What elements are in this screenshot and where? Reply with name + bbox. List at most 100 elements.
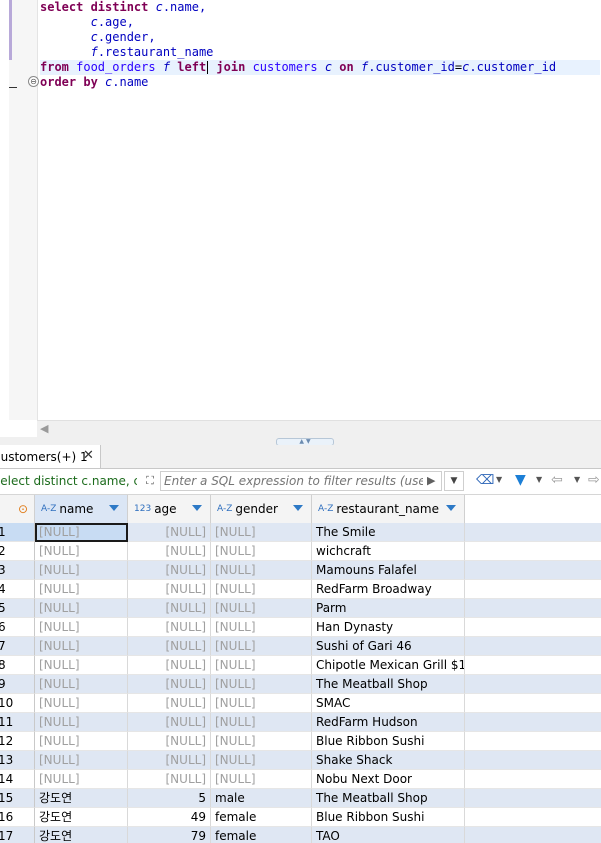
row-number[interactable]: 12	[0, 732, 35, 751]
cell-gender[interactable]: [NULL]	[211, 618, 312, 637]
row-number[interactable]: 4	[0, 580, 35, 599]
forward-arrow-icon[interactable]: ⇨	[588, 472, 600, 488]
cell-restaurant-name[interactable]: SMAC	[312, 694, 465, 713]
eraser-icon[interactable]: ⌫	[476, 473, 494, 488]
row-number[interactable]: 16	[0, 808, 35, 827]
cell-restaurant-name[interactable]: Chipotle Mexican Grill $1.99	[312, 656, 465, 675]
table-row[interactable]: 6[NULL][NULL][NULL]Han Dynasty	[0, 618, 601, 637]
cell-restaurant-name[interactable]: wichcraft	[312, 542, 465, 561]
cell-name[interactable]: [NULL]	[35, 618, 128, 637]
cell-name[interactable]: [NULL]	[35, 675, 128, 694]
code-line[interactable]: c.age,	[40, 15, 600, 30]
cell-gender[interactable]: female	[211, 827, 312, 843]
sql-editor[interactable]: ⊖ select distinct c.name, c.age, c.gende…	[0, 0, 601, 440]
row-number[interactable]: 6	[0, 618, 35, 637]
row-number[interactable]: 15	[0, 789, 35, 808]
table-row[interactable]: 11[NULL][NULL][NULL]RedFarm Hudson	[0, 713, 601, 732]
cell-name[interactable]: [NULL]	[35, 713, 128, 732]
code-line[interactable]: from food_orders f left join customers c…	[40, 60, 600, 75]
row-number[interactable]: 2	[0, 542, 35, 561]
cell-name[interactable]: [NULL]	[35, 770, 128, 789]
cell-name[interactable]: [NULL]	[35, 599, 128, 618]
cell-gender[interactable]: [NULL]	[211, 656, 312, 675]
cell-gender[interactable]: [NULL]	[211, 770, 312, 789]
column-header-name[interactable]: A-Z name	[35, 495, 128, 523]
cell-gender[interactable]: [NULL]	[211, 561, 312, 580]
cell-gender[interactable]: [NULL]	[211, 675, 312, 694]
row-number[interactable]: 13	[0, 751, 35, 770]
cell-age[interactable]: [NULL]	[128, 675, 211, 694]
cell-age[interactable]: [NULL]	[128, 751, 211, 770]
column-header-gender[interactable]: A-Z gender	[211, 495, 312, 523]
row-number[interactable]: 17	[0, 827, 35, 843]
table-row[interactable]: 17강도연79femaleTAO	[0, 827, 601, 843]
query-preview[interactable]: select distinct c.name, c.a	[0, 472, 137, 490]
cell-name[interactable]: 강도연	[35, 789, 128, 808]
scroll-left-arrow-icon[interactable]: ◀	[40, 422, 48, 435]
table-row[interactable]: 16강도연49femaleBlue Ribbon Sushi	[0, 808, 601, 827]
cell-restaurant-name[interactable]: Han Dynasty	[312, 618, 465, 637]
cell-restaurant-name[interactable]: Nobu Next Door	[312, 770, 465, 789]
table-row[interactable]: 13[NULL][NULL][NULL]Shake Shack	[0, 751, 601, 770]
cell-age[interactable]: [NULL]	[128, 656, 211, 675]
chevron-down-icon[interactable]: ▼	[496, 475, 502, 484]
cell-age[interactable]: [NULL]	[128, 618, 211, 637]
cell-gender[interactable]: [NULL]	[211, 637, 312, 656]
cell-age[interactable]: [NULL]	[128, 713, 211, 732]
cell-name[interactable]: [NULL]	[35, 751, 128, 770]
filter-history-dropdown[interactable]: ▼	[444, 471, 464, 491]
sort-arrow-icon[interactable]	[192, 505, 202, 511]
cell-name[interactable]: [NULL]	[35, 732, 128, 751]
code-line[interactable]: order by c.name	[40, 75, 600, 90]
table-row[interactable]: 15강도연5maleThe Meatball Shop	[0, 789, 601, 808]
cell-gender[interactable]: [NULL]	[211, 713, 312, 732]
cell-name[interactable]: [NULL]	[35, 580, 128, 599]
cell-age[interactable]: 5	[128, 789, 211, 808]
cell-age[interactable]: 79	[128, 827, 211, 843]
cell-age[interactable]: [NULL]	[128, 561, 211, 580]
editor-horizontal-scrollbar[interactable]: ◀	[37, 420, 601, 438]
row-number[interactable]: 9	[0, 675, 35, 694]
cell-age[interactable]: [NULL]	[128, 599, 211, 618]
chevron-down-icon[interactable]: ▼	[536, 475, 542, 484]
table-row[interactable]: 12[NULL][NULL][NULL]Blue Ribbon Sushi	[0, 732, 601, 751]
row-number[interactable]: 11	[0, 713, 35, 732]
grid-corner[interactable]: ⊙	[0, 495, 35, 523]
table-row[interactable]: 3[NULL][NULL][NULL]Mamouns Falafel	[0, 561, 601, 580]
filter-input[interactable]	[160, 471, 442, 491]
cell-restaurant-name[interactable]: TAO	[312, 827, 465, 843]
results-grid[interactable]: ⊙ A-Z name 123 age A-Z gender A-Z restau…	[0, 495, 601, 843]
collapse-icon[interactable]: ⊖	[28, 76, 39, 87]
row-number[interactable]: 8	[0, 656, 35, 675]
table-row[interactable]: 7[NULL][NULL][NULL]Sushi of Gari 46	[0, 637, 601, 656]
sort-arrow-icon[interactable]	[293, 505, 303, 511]
table-row[interactable]: 10[NULL][NULL][NULL]SMAC	[0, 694, 601, 713]
table-row[interactable]: 9[NULL][NULL][NULL]The Meatball Shop	[0, 675, 601, 694]
cell-gender[interactable]: [NULL]	[211, 523, 312, 542]
column-header-restaurant-name[interactable]: A-Z restaurant_name	[312, 495, 465, 523]
cell-restaurant-name[interactable]: Blue Ribbon Sushi	[312, 808, 465, 827]
chevron-down-icon[interactable]: ▼	[574, 475, 580, 484]
table-row[interactable]: 4[NULL][NULL][NULL]RedFarm Broadway	[0, 580, 601, 599]
sql-code[interactable]: select distinct c.name, c.age, c.gender,…	[40, 0, 600, 90]
cell-age[interactable]: 49	[128, 808, 211, 827]
cell-restaurant-name[interactable]: The Meatball Shop	[312, 789, 465, 808]
cell-restaurant-name[interactable]: RedFarm Hudson	[312, 713, 465, 732]
code-line[interactable]: c.gender,	[40, 30, 600, 45]
cell-name[interactable]: 강도연	[35, 808, 128, 827]
cell-age[interactable]: [NULL]	[128, 694, 211, 713]
cell-age[interactable]: [NULL]	[128, 732, 211, 751]
cell-gender[interactable]: [NULL]	[211, 694, 312, 713]
table-row[interactable]: 14[NULL][NULL][NULL]Nobu Next Door	[0, 770, 601, 789]
sort-arrow-icon[interactable]	[446, 505, 456, 511]
cell-name[interactable]: [NULL]	[35, 561, 128, 580]
cell-gender[interactable]: [NULL]	[211, 732, 312, 751]
cell-gender[interactable]: [NULL]	[211, 542, 312, 561]
cell-restaurant-name[interactable]: The Smile	[312, 523, 465, 542]
cell-restaurant-name[interactable]: Blue Ribbon Sushi	[312, 732, 465, 751]
column-header-age[interactable]: 123 age	[128, 495, 211, 523]
cell-gender[interactable]: male	[211, 789, 312, 808]
cell-name[interactable]: [NULL]	[35, 523, 128, 542]
cell-restaurant-name[interactable]: Shake Shack	[312, 751, 465, 770]
cell-age[interactable]: [NULL]	[128, 637, 211, 656]
